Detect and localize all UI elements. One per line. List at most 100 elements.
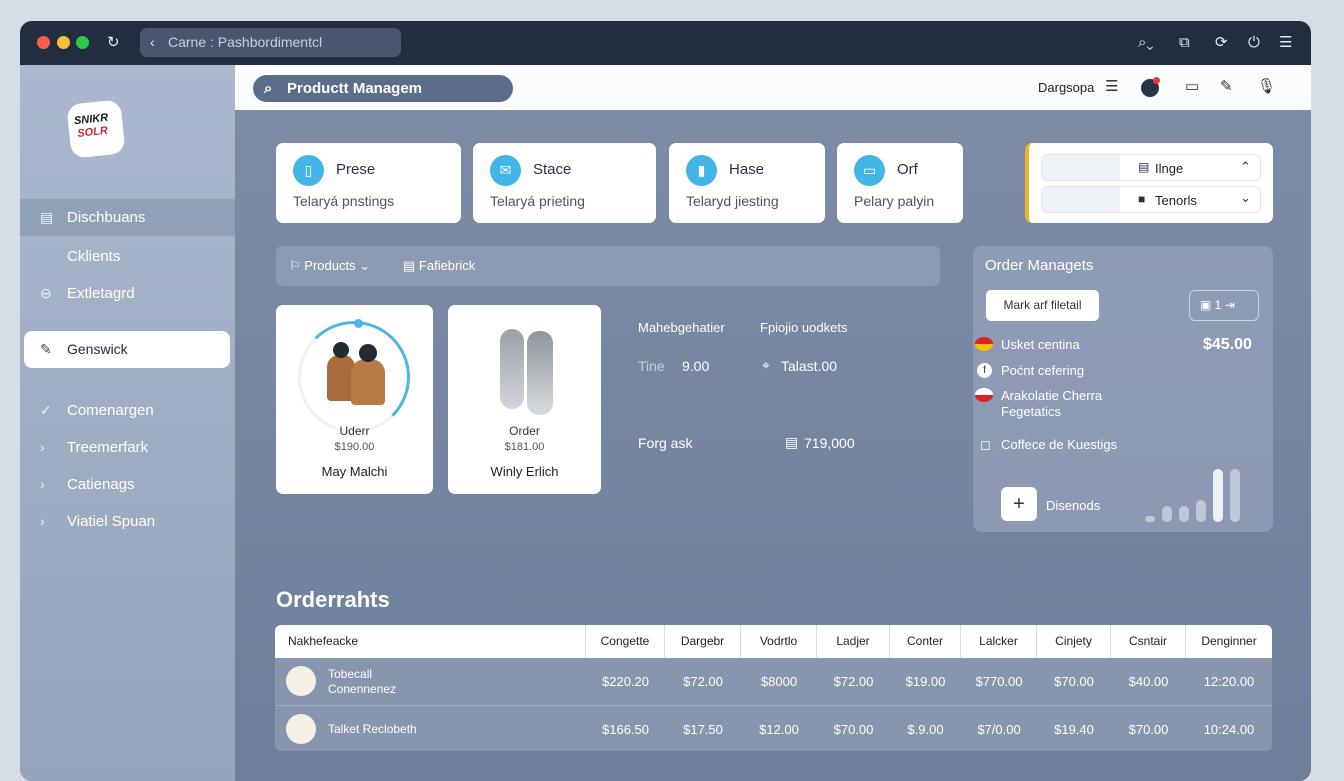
column-header[interactable]: Lalcker (961, 625, 1037, 658)
minimize-window-button[interactable] (57, 36, 70, 49)
column-header[interactable]: Csntair (1111, 625, 1186, 658)
table-cell: $72.00 (833, 674, 874, 689)
column-header[interactable]: Nakhefeacke (275, 625, 586, 658)
column-header[interactable]: Ladjer (817, 625, 890, 658)
user-name[interactable]: Dargsopa (1038, 80, 1094, 95)
notification-icon[interactable] (1141, 77, 1160, 97)
product-label: Uderr (339, 424, 370, 438)
add-icon[interactable]: + (1001, 487, 1037, 521)
chat-icon[interactable]: ▭ (1185, 77, 1199, 95)
table-cell: 12:20.00 (1203, 674, 1255, 689)
address-text: Carne : Pashbordimentcl (168, 34, 323, 50)
column-header[interactable]: Dargebr (665, 625, 741, 658)
dropdown-select[interactable]: ▤ Ilnge ⌃ (1041, 154, 1261, 181)
table-cell: $70.00 (1128, 722, 1169, 737)
main-area: ⌕ Productt Managem Dargsopa ☰ ▭ ✎ 🎙 ▯ Pre… (235, 65, 1311, 781)
logo: SNIKR SOLR (66, 99, 126, 159)
search-icon[interactable]: ⌕⌄ (1138, 33, 1153, 53)
stat-title: Orf (897, 161, 918, 178)
time-value: 9.00 (682, 358, 710, 374)
chevron-down-icon: ⌄ (1240, 190, 1251, 205)
sync-icon[interactable]: ⟳ (1215, 33, 1228, 53)
note-item: ◻ Coffece de Kuestigs (980, 437, 1117, 452)
address-bar[interactable]: ‹ Carne : Pashbordimentcl (140, 28, 401, 57)
product-label: Order (509, 424, 540, 438)
stat-title: Prese (336, 161, 376, 178)
order-item-label: Fegetatics (1001, 404, 1061, 419)
product-name: May Malchi (321, 464, 388, 479)
stat-card[interactable]: ▮ Hase Telaryd jiesting (669, 143, 825, 223)
sidebar-item-comenargen[interactable]: ✓ Comenargen (20, 392, 235, 429)
dropdown-select[interactable]: ■ Tenorls ⌄ (1041, 186, 1261, 213)
product-name: Winly Erlich (490, 464, 559, 479)
stat-card[interactable]: ✉ Stace Telaryá prieting (473, 143, 656, 223)
sidebar-item-clients[interactable]: Cklients (20, 238, 235, 275)
edit-icon: ✎ (40, 341, 52, 357)
sidebar-item-label: Cklients (67, 248, 121, 265)
order-item[interactable]: f Poćnt cefering (977, 363, 1084, 378)
table-cell: $166.50 (602, 722, 649, 737)
panel-title: Order Managets (985, 257, 1094, 274)
sidebar-item-label: Viatiel Spuan (67, 513, 156, 530)
dropdown-panel: ▤ Ilnge ⌃ ■ Tenorls ⌄ (1025, 143, 1273, 223)
table-cell: $72.00 (683, 674, 723, 689)
chevron-right-icon: › (40, 439, 45, 455)
top-bar: ⌕ Productt Managem Dargsopa ☰ ▭ ✎ 🎙 (235, 65, 1311, 110)
refresh-icon[interactable]: ↻ (107, 33, 120, 53)
products-dropdown[interactable]: ⚐ Products ⌄ (289, 258, 370, 274)
dropdown-label: Tenorls (1155, 193, 1197, 208)
chevron-right-icon: › (40, 476, 45, 492)
sidebar-item-dashboard[interactable]: ▤ Dischbuans (20, 199, 235, 236)
column-header[interactable]: Conter (890, 625, 961, 658)
sidebar-item-genswick[interactable]: ✎ Genswick (24, 331, 230, 368)
column-header[interactable]: Vodrtlo (741, 625, 817, 658)
menu-icon[interactable]: ☰ (1279, 33, 1292, 53)
table-cell: $19.40 (1054, 722, 1094, 737)
mail-icon: ✉ (490, 155, 521, 186)
power-icon[interactable]: ⏻ (1248, 33, 1260, 53)
menu-icon[interactable]: ☰ (1105, 77, 1118, 95)
sidebar-item-label: Dischbuans (67, 209, 146, 226)
product-card[interactable]: Uderr $190.00 May Malchi (276, 305, 433, 494)
column-header[interactable]: Congette (586, 625, 665, 658)
notification-badge (1153, 77, 1160, 84)
sidebar-item-extletagrd[interactable]: ⊖ Extletagrd (20, 275, 235, 312)
share-icon[interactable]: ⧉ (1179, 33, 1190, 53)
sidebar-item-catienags[interactable]: › Catienags (20, 466, 235, 503)
product-price: $181.00 (504, 441, 545, 453)
column-header[interactable]: Cinjety (1037, 625, 1111, 658)
order-item[interactable]: Usket centina (975, 337, 1080, 352)
dropdown-swatch (1042, 187, 1120, 212)
close-window-button[interactable] (37, 36, 50, 49)
stat-subtitle: Telaryá prieting (490, 193, 585, 209)
counter-control[interactable]: ▣ 1 ⇥ (1189, 290, 1259, 321)
mini-bar (1213, 469, 1223, 522)
mark-button[interactable]: Mark arf filetail (986, 290, 1099, 321)
order-item-label: Arakolatie Cherra (1001, 388, 1103, 403)
order-item[interactable]: Arakolatie Cherra (975, 388, 1103, 403)
product-card[interactable]: Order $181.00 Winly Erlich (448, 305, 601, 494)
pompom (333, 342, 349, 358)
stat-card[interactable]: ▯ Prese Telaryá pnstings (276, 143, 461, 223)
column-header[interactable]: Denginner (1186, 625, 1272, 658)
microphone-icon[interactable]: 🎙 (1257, 77, 1276, 95)
lock-icon: ■ (1138, 192, 1146, 206)
table-row[interactable]: Tobecall Conennenez $220.20 $72.00 $8000… (275, 658, 1272, 706)
stat-card[interactable]: ▭ Orf Pelary palyin (837, 143, 963, 223)
table-cell: $17.50 (683, 722, 723, 737)
back-icon[interactable]: ‹ (150, 28, 155, 57)
filter-icon: ▤ (403, 258, 419, 273)
flag-icon (975, 337, 993, 351)
filter-button[interactable]: ▤ Fafiebrick (403, 258, 475, 274)
pen-icon[interactable]: ✎ (1220, 77, 1233, 95)
flag-icon: ⚐ (289, 258, 305, 273)
maximize-window-button[interactable] (76, 36, 89, 49)
sidebar-item-viatiel-spuan[interactable]: › Viatiel Spuan (20, 503, 235, 540)
search-input[interactable]: ⌕ Productt Managem (253, 75, 513, 102)
sidebar-item-treemerfark[interactable]: › Treemerfark (20, 429, 235, 466)
product-price: $190.00 (334, 441, 375, 453)
table-row[interactable]: Talket Reclobeth $166.50 $17.50 $12.00 $… (275, 707, 1272, 751)
title-bar: ↻ ‹ Carne : Pashbordimentcl ⌕⌄ ⧉ ⟳ ⏻ ☰ (20, 21, 1311, 65)
order-item-label: Usket centina (1001, 337, 1080, 352)
search-icon: ⌕ (264, 80, 273, 97)
